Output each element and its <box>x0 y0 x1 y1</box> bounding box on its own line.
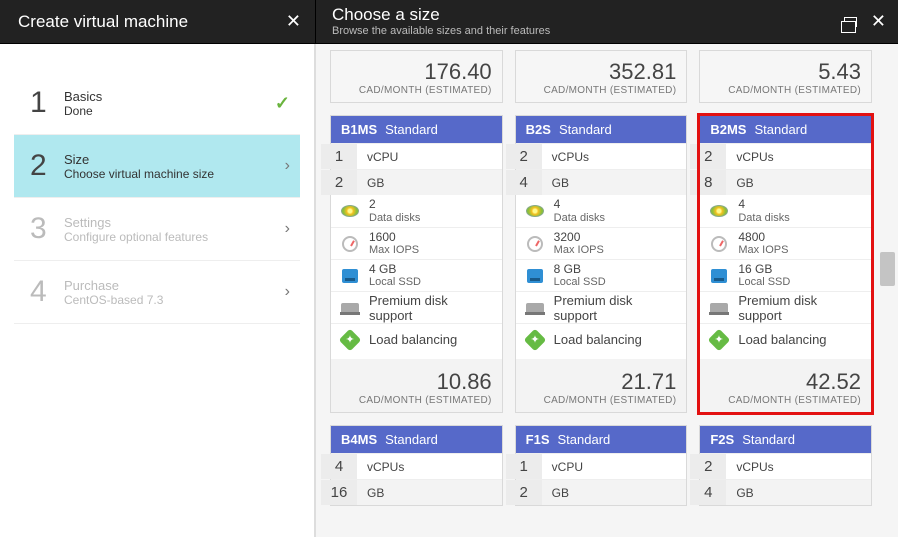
disk-icon <box>526 205 544 217</box>
ram-row: 8GB <box>700 169 871 195</box>
step-title: Purchase <box>64 278 285 293</box>
wizard-step-size[interactable]: 2 Size Choose virtual machine size › <box>14 135 300 198</box>
disk-icon <box>710 205 728 217</box>
price-unit: CAD/MONTH (ESTIMATED) <box>526 85 677 96</box>
disks-row: 2Data disks <box>331 195 502 227</box>
lb-row: Load balancing <box>516 323 687 355</box>
ram-row: 4GB <box>700 479 871 505</box>
load-balance-icon <box>523 328 546 351</box>
step-title: Settings <box>64 215 285 230</box>
premium-disk-icon <box>526 303 544 313</box>
card-footer-price: 21.71CAD/MONTH (ESTIMATED) <box>516 359 687 412</box>
load-balance-icon <box>339 328 362 351</box>
step-title: Basics <box>64 89 275 104</box>
lb-row: Load balancing <box>331 323 502 355</box>
size-card-b2ms[interactable]: B2MSStandard 2vCPUs 8GB 4Data disks 4800… <box>699 115 872 413</box>
card-header: B4MSStandard <box>331 426 502 453</box>
wizard-steps: 1 Basics Done ✓ 2 Size Choose virtual ma… <box>0 44 316 537</box>
gauge-icon <box>342 236 358 252</box>
disks-row: 4Data disks <box>700 195 871 227</box>
vcpu-row: 2vCPUs <box>516 143 687 169</box>
ram-row: 2GB <box>516 479 687 505</box>
gauge-icon <box>711 236 727 252</box>
size-card-b4ms[interactable]: B4MSStandard 4vCPUs 16GB <box>330 425 503 506</box>
wizard-step-basics[interactable]: 1 Basics Done ✓ <box>14 72 300 135</box>
step-subtitle: Choose virtual machine size <box>64 167 285 181</box>
price-unit: CAD/MONTH (ESTIMATED) <box>341 85 492 96</box>
wizard-step-settings[interactable]: 3 Settings Configure optional features › <box>14 198 300 261</box>
vcpu-row: 1vCPU <box>516 453 687 479</box>
iops-row: 1600Max IOPS <box>331 227 502 259</box>
ssd-icon <box>342 269 358 283</box>
vcpu-row: 1vCPU <box>331 143 502 169</box>
iops-row: 4800Max IOPS <box>700 227 871 259</box>
scrollbar-thumb[interactable] <box>880 252 895 286</box>
right-panel-subtitle: Browse the available sizes and their fea… <box>332 25 550 37</box>
disks-row: 4Data disks <box>516 195 687 227</box>
size-card-b2s[interactable]: B2SStandard 2vCPUs 4GB 4Data disks 3200M… <box>515 115 688 413</box>
card-header: F2SStandard <box>700 426 871 453</box>
premium-row: Premium disk support <box>700 291 871 323</box>
chevron-right-icon: › <box>285 220 290 238</box>
size-picker-panel: 176.40CAD/MONTH (ESTIMATED) B1MSStandard… <box>316 44 898 537</box>
close-right-icon[interactable]: ✕ <box>871 11 886 32</box>
size-card-f1s[interactable]: F1SStandard 1vCPU 2GB <box>515 425 688 506</box>
step-subtitle: Configure optional features <box>64 230 285 244</box>
ram-row: 16GB <box>331 479 502 505</box>
left-panel-title: Create virtual machine <box>18 12 188 32</box>
iops-row: 3200Max IOPS <box>516 227 687 259</box>
premium-disk-icon <box>710 303 728 313</box>
card-footer-price: 10.86CAD/MONTH (ESTIMATED) <box>331 359 502 412</box>
size-card-f2s[interactable]: F2SStandard 2vCPUs 4GB <box>699 425 872 506</box>
step-subtitle: CentOS-based 7.3 <box>64 293 285 307</box>
chevron-right-icon: › <box>285 283 290 301</box>
card-header: B1MSStandard <box>331 116 502 143</box>
card-header: F1SStandard <box>516 426 687 453</box>
step-title: Size <box>64 152 285 167</box>
disk-icon <box>341 205 359 217</box>
close-left-icon[interactable]: ✕ <box>286 11 301 32</box>
price-amount: 176.40 <box>341 59 492 85</box>
gauge-icon <box>527 236 543 252</box>
lb-row: Load balancing <box>700 323 871 355</box>
ssd-icon <box>527 269 543 283</box>
premium-row: Premium disk support <box>516 291 687 323</box>
ram-row: 2GB <box>331 169 502 195</box>
ssd-icon <box>711 269 727 283</box>
vcpu-row: 2vCPUs <box>700 143 871 169</box>
vcpu-row: 2vCPUs <box>700 453 871 479</box>
top-bar: Create virtual machine ✕ Choose a size B… <box>0 0 898 44</box>
right-panel-header: Choose a size Browse the available sizes… <box>316 0 898 43</box>
card-header: B2MSStandard <box>700 116 871 143</box>
check-icon: ✓ <box>275 93 290 114</box>
ssd-row: 16 GBLocal SSD <box>700 259 871 291</box>
price-amount: 352.81 <box>526 59 677 85</box>
chevron-right-icon: › <box>285 157 290 175</box>
premium-disk-icon <box>341 303 359 313</box>
ram-row: 4GB <box>516 169 687 195</box>
vcpu-row: 4vCPUs <box>331 453 502 479</box>
load-balance-icon <box>708 328 731 351</box>
ssd-row: 8 GBLocal SSD <box>516 259 687 291</box>
premium-row: Premium disk support <box>331 291 502 323</box>
left-panel-header: Create virtual machine ✕ <box>0 0 316 43</box>
size-card-b1ms[interactable]: B1MSStandard 1vCPU 2GB 2Data disks 1600M… <box>330 115 503 413</box>
price-unit: CAD/MONTH (ESTIMATED) <box>710 85 861 96</box>
wizard-step-purchase[interactable]: 4 Purchase CentOS-based 7.3 › <box>14 261 300 324</box>
restore-icon[interactable] <box>844 17 857 27</box>
ssd-row: 4 GBLocal SSD <box>331 259 502 291</box>
step-subtitle: Done <box>64 104 275 118</box>
card-header: B2SStandard <box>516 116 687 143</box>
right-panel-title: Choose a size <box>332 6 550 25</box>
card-footer-price: 42.52CAD/MONTH (ESTIMATED) <box>700 359 871 412</box>
price-amount: 5.43 <box>710 59 861 85</box>
